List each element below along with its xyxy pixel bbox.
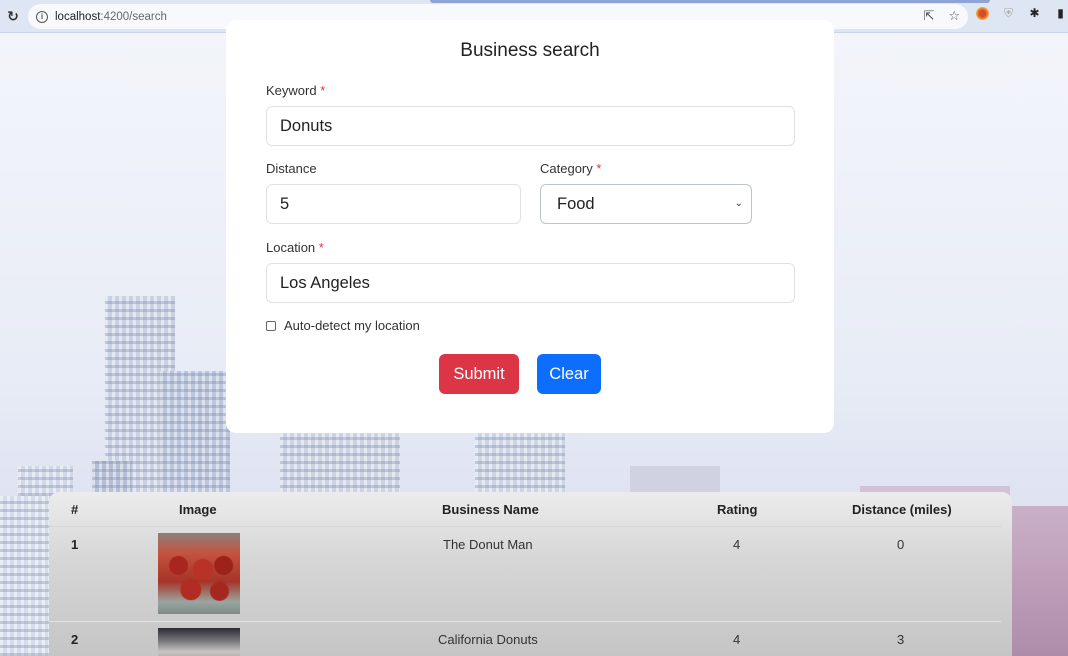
site-info-icon[interactable]: i <box>36 10 48 23</box>
category-selected-value: Food <box>557 194 595 213</box>
row-index: 2 <box>71 632 79 647</box>
business-distance: 0 <box>897 537 905 552</box>
category-label: Category * <box>540 161 601 176</box>
required-mark: * <box>320 83 326 98</box>
keyword-value: Donuts <box>280 116 333 135</box>
business-name[interactable]: The Donut Man <box>443 537 533 552</box>
chevron-down-icon: ⌄ <box>734 198 743 209</box>
row-index: 1 <box>71 537 79 552</box>
distance-value: 5 <box>280 194 290 213</box>
business-distance: 3 <box>897 632 905 647</box>
puzzle-extensions-icon[interactable]: ✱ <box>1028 7 1041 20</box>
column-header-image: Image <box>179 502 217 517</box>
active-tab-strip <box>430 0 990 3</box>
side-panel-icon[interactable]: ▮ <box>1054 7 1067 20</box>
form-title: Business search <box>460 40 600 61</box>
business-image[interactable] <box>158 533 240 614</box>
column-header-rating: Rating <box>717 502 758 517</box>
business-rating: 4 <box>733 632 741 647</box>
auto-detect-label[interactable]: Auto-detect my location <box>284 318 420 333</box>
keyword-label-text: Keyword <box>266 83 317 98</box>
shield-extension-icon[interactable]: ⛨ <box>1002 7 1015 20</box>
url-host: localhost <box>55 10 101 23</box>
url-path: :4200/search <box>100 10 167 23</box>
category-label-text: Category <box>540 161 593 176</box>
background-building <box>1012 506 1068 656</box>
business-image[interactable] <box>158 628 240 656</box>
share-icon[interactable]: ⇱ <box>923 8 934 24</box>
category-select[interactable]: Food ⌄ <box>540 184 752 224</box>
submit-button[interactable]: Submit <box>439 354 519 394</box>
business-name[interactable]: California Donuts <box>438 632 538 647</box>
location-value: Los Angeles <box>280 273 370 292</box>
extension-icon[interactable] <box>976 7 989 20</box>
auto-detect-checkbox[interactable] <box>266 320 276 331</box>
row-divider <box>49 621 1001 622</box>
auto-detect-row[interactable]: Auto-detect my location <box>266 318 420 333</box>
header-divider <box>49 526 1001 527</box>
distance-label: Distance <box>266 161 317 176</box>
keyword-label: Keyword * <box>266 83 325 98</box>
column-header-business-name: Business Name <box>442 502 539 517</box>
business-rating: 4 <box>733 537 741 552</box>
location-label-text: Location <box>266 240 316 255</box>
reload-icon[interactable]: ↻ <box>2 8 24 25</box>
distance-input[interactable]: 5 <box>266 184 521 224</box>
clear-button[interactable]: Clear <box>537 354 601 394</box>
required-mark: * <box>596 161 602 176</box>
keyword-input[interactable]: Donuts <box>266 106 795 146</box>
location-label: Location * <box>266 240 324 255</box>
column-header-index: # <box>71 502 79 517</box>
location-input[interactable]: Los Angeles <box>266 263 795 303</box>
column-header-distance: Distance (miles) <box>852 502 952 517</box>
results-table: # Image Business Name Rating Distance (m… <box>49 492 1012 656</box>
required-mark: * <box>318 240 324 255</box>
bookmark-star-icon[interactable]: ☆ <box>948 8 960 24</box>
business-search-form: Business search Keyword * Donuts Distanc… <box>226 20 834 433</box>
background-building <box>0 496 48 656</box>
